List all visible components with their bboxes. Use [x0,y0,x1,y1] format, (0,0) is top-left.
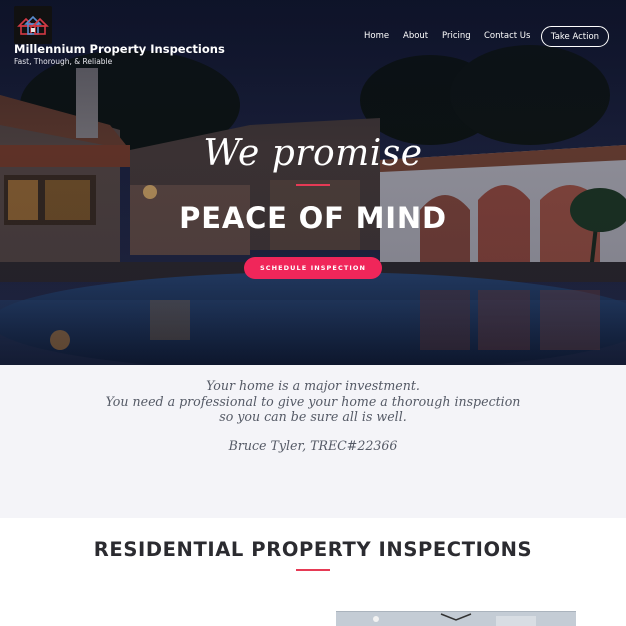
quote-section: Your home is a major investment. You nee… [0,365,626,518]
hero-headline-main: PEACE OF MIND [179,201,447,235]
hero-divider [296,184,330,186]
nav-item-home[interactable]: Home [364,31,389,41]
take-action-button[interactable]: Take Action [541,26,609,47]
main-nav: Home About Pricing Contact Us [0,31,626,43]
hero-section: Millennium Property Inspections Fast, Th… [0,0,626,365]
hero-headline-script: We promise [203,133,423,174]
nav-item-contact-us[interactable]: Contact Us [484,31,530,41]
brand-name[interactable]: Millennium Property Inspections [14,42,225,56]
residential-section: RESIDENTIAL PROPERTY INSPECTIONS [0,518,626,626]
section-title: RESIDENTIAL PROPERTY INSPECTIONS [93,538,533,561]
quote-signature: Bruce Tyler, TREC#22366 [228,438,398,453]
schedule-inspection-button[interactable]: SCHEDULE INSPECTION [244,257,382,279]
nav-item-pricing[interactable]: Pricing [442,31,471,41]
quote-text: Your home is a major investment. You nee… [0,378,626,425]
quote-line: so you can be sure all is well. [219,409,407,424]
interior-photo [336,611,576,626]
quote-line: Your home is a major investment. [206,378,420,393]
nav-item-about[interactable]: About [403,31,428,41]
brand-tagline: Fast, Thorough, & Reliable [14,57,113,66]
section-divider [296,569,330,571]
quote-line: You need a professional to give your hom… [105,393,521,409]
